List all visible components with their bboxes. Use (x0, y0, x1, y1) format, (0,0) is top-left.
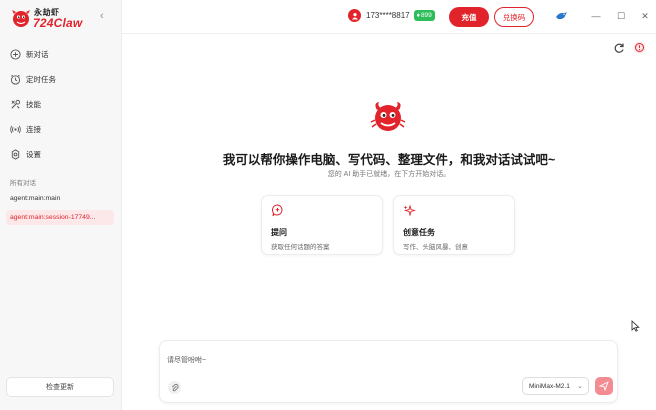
paperclip-icon (171, 383, 178, 391)
main-content: 我可以帮你操作电脑、写代码、整理文件，和我对话试试吧~ 您的 AI 助手已就绪，… (122, 34, 656, 410)
attach-button[interactable] (168, 381, 181, 394)
refresh-icon[interactable] (613, 42, 625, 54)
sidebar-item-label: 设置 (26, 150, 41, 159)
message-composer[interactable]: 请尽管吩咐~ MiniMax-M2.1 ⌄ (159, 340, 618, 403)
points-value: 899 (420, 12, 432, 19)
send-icon (599, 381, 609, 391)
mouse-cursor-icon (631, 320, 640, 332)
card-title: 提问 (271, 228, 287, 237)
recharge-button[interactable]: 充值 (449, 7, 489, 27)
question-icon (272, 204, 283, 217)
welcome-headline: 我可以帮你操作电脑、写代码、整理文件，和我对话试试吧~ (222, 153, 556, 167)
minimize-icon[interactable]: — (590, 10, 602, 22)
points-badge: ♦ 899 (413, 10, 435, 21)
tools-icon (11, 99, 21, 109)
sidebar-nav: 新对话 定时任务 技能 连接 设置 (0, 42, 122, 167)
gear-icon (11, 149, 20, 160)
sidebar-item-label: 定时任务 (26, 75, 56, 84)
sidebar-item-label: 新对话 (26, 50, 49, 59)
sidebar-item-label: 技能 (26, 100, 41, 109)
alert-info-icon[interactable] (633, 41, 646, 54)
card-ask-question[interactable]: 提问 获取任何话题的答案 (261, 195, 383, 255)
chat-item-active[interactable]: agent:main:session-17749... (6, 210, 114, 225)
sidebar-item-settings[interactable]: 设置 (0, 142, 122, 167)
clock-icon (10, 74, 21, 85)
new-chat-icon (10, 49, 21, 60)
redeem-code-button[interactable]: 兑换码 (494, 7, 534, 27)
send-button[interactable] (595, 377, 613, 395)
chat-item[interactable]: agent:main:main (6, 191, 114, 206)
model-select[interactable]: MiniMax-M2.1 ⌄ (522, 377, 589, 395)
app-logo[interactable]: 永劫虾 724Claw (10, 7, 90, 30)
card-desc: 写作、头脑风暴、创意 (403, 244, 468, 251)
all-chats-label: 所有对话 (10, 180, 36, 187)
welcome-subline: 您的 AI 助手已就绪，在下方开始对话。 (327, 171, 451, 178)
sidebar-item-label: 连接 (26, 125, 41, 134)
top-bar: 173****8817 ♦ 899 充值 兑换码 — ☐ ✕ (122, 0, 656, 34)
sidebar-item-scheduled-tasks[interactable]: 定时任务 (0, 67, 122, 92)
sidebar-item-new-chat[interactable]: 新对话 (0, 42, 122, 67)
crab-mascot-icon (370, 102, 406, 131)
maximize-icon[interactable]: ☐ (615, 10, 627, 22)
check-update-button[interactable]: 检查更新 (6, 377, 114, 397)
model-name: MiniMax-M2.1 (529, 382, 570, 390)
user-avatar (348, 9, 361, 22)
sidebar-item-skills[interactable]: 技能 (0, 92, 122, 117)
collapse-sidebar-icon[interactable]: ‹ (100, 11, 104, 22)
user-info[interactable]: 173****8817 ♦ 899 (348, 9, 435, 22)
sidebar-item-connection[interactable]: 连接 (0, 117, 122, 142)
diamond-icon: ♦ (416, 12, 420, 19)
brand-name-big: 724Claw (33, 16, 83, 30)
crab-logo-icon (12, 10, 30, 27)
connection-icon (10, 125, 21, 134)
feedback-bird-icon[interactable] (554, 9, 568, 23)
card-title: 创意任务 (403, 228, 435, 237)
sidebar: 永劫虾 724Claw ‹ 新对话 定时任务 技能 连接 设置 所有对话 age… (0, 0, 122, 410)
card-creative-task[interactable]: 创意任务 写作、头脑风暴、创意 (393, 195, 515, 255)
card-desc: 获取任何话题的答案 (271, 244, 330, 251)
message-input[interactable]: 请尽管吩咐~ (167, 355, 206, 365)
user-icon (351, 12, 358, 19)
sparkle-icon (403, 204, 417, 217)
close-icon[interactable]: ✕ (639, 10, 651, 22)
user-phone: 173****8817 (366, 11, 410, 20)
chevron-down-icon: ⌄ (577, 383, 583, 390)
